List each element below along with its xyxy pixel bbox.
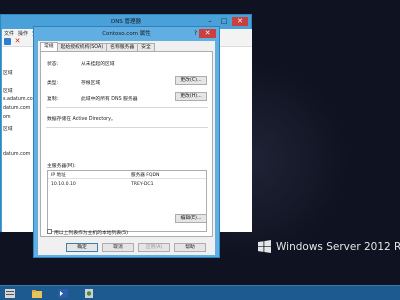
server-manager-icon[interactable] xyxy=(4,288,16,299)
delete-icon[interactable]: ✕ xyxy=(14,38,21,45)
ad-storage-note: 数据存储在 Active Directory。 xyxy=(47,117,116,122)
tab-general[interactable]: 常规 xyxy=(40,42,58,51)
help-icon[interactable]: ? xyxy=(194,30,197,37)
tree-item[interactable]: 区域 xyxy=(3,125,13,132)
help-button[interactable]: 帮助 xyxy=(174,243,206,252)
change-type-button[interactable]: 更改(C)... xyxy=(175,76,207,85)
powershell-icon[interactable] xyxy=(57,288,69,299)
row-server-fqdn[interactable]: TREY-DC1 xyxy=(131,182,154,187)
tab-name-servers[interactable]: 名称服务器 xyxy=(106,43,139,51)
windows-server-label: Windows Server 2012 R2 xyxy=(276,240,400,253)
list-header: IP 地址 服务器 FQDN xyxy=(48,171,206,179)
type-value: 存根区域 xyxy=(81,81,101,86)
local-list-checkbox-label[interactable]: 用以上列表作为主机的本地列表(S) xyxy=(54,229,128,236)
tab-strip: 常规 起始授权机构(SOA) 名称服务器 安全 xyxy=(40,42,155,51)
local-list-checkbox[interactable] xyxy=(47,229,52,234)
tab-soa[interactable]: 起始授权机构(SOA) xyxy=(56,43,108,51)
tree-item[interactable]: datum.com xyxy=(3,152,30,157)
close-icon[interactable]: ✕ xyxy=(199,29,216,38)
close-icon[interactable]: ✕ xyxy=(232,17,248,26)
back-icon[interactable] xyxy=(4,38,11,45)
edit-button[interactable]: 编辑(E)... xyxy=(175,214,207,223)
separator xyxy=(46,107,208,108)
windows-logo-icon xyxy=(258,240,271,253)
tree-item[interactable]: om xyxy=(3,115,11,120)
dialog-title: Contoso.com 属性 xyxy=(102,31,151,37)
status-label: 状态: xyxy=(47,62,59,67)
apply-button[interactable]: 应用(A) xyxy=(138,243,170,252)
general-tab-panel: 状态: 从未挂起的区域 类型: 存根区域 更改(C)... 复制: 此域中的所有… xyxy=(40,51,213,237)
replication-label: 复制: xyxy=(47,97,59,102)
maximize-icon[interactable]: □ xyxy=(218,17,230,26)
menu-file[interactable]: 文件 xyxy=(4,30,14,37)
tab-security[interactable]: 安全 xyxy=(137,43,155,51)
status-value: 从未挂起的区域 xyxy=(81,62,115,67)
column-ip-address[interactable]: IP 地址 xyxy=(51,172,66,178)
tree-item[interactable]: 区域 xyxy=(3,69,13,76)
replication-value: 此域中的所有 DNS 服务器 xyxy=(81,97,138,102)
master-servers-label: 主服务器(M): xyxy=(47,164,76,169)
windows-branding: Windows Server 2012 R2 xyxy=(258,240,400,253)
zone-properties-dialog[interactable]: Contoso.com 属性 ? ✕ 常规 起始授权机构(SOA) 名称服务器 … xyxy=(33,26,220,258)
row-ip-address[interactable]: 10.10.0.10 xyxy=(51,182,76,187)
change-replication-button[interactable]: 更改(H)... xyxy=(175,92,207,101)
dialog-body: 常规 起始授权机构(SOA) 名称服务器 安全 状态: 从未挂起的区域 类型: … xyxy=(38,41,215,255)
folder-icon[interactable] xyxy=(31,288,43,299)
tree-item[interactable]: datum.com xyxy=(3,106,30,111)
menu-action[interactable]: 操作 xyxy=(18,30,28,37)
type-label: 类型: xyxy=(47,81,59,86)
tree-item[interactable]: 区域 xyxy=(3,87,13,94)
taskbar xyxy=(0,285,400,300)
cancel-button[interactable]: 取消 xyxy=(102,243,134,252)
column-server-fqdn[interactable]: 服务器 FQDN xyxy=(131,172,159,178)
ok-button[interactable]: 确定 xyxy=(66,243,98,252)
minimize-icon[interactable]: – xyxy=(204,17,216,26)
separator xyxy=(46,127,208,128)
dns-icon[interactable] xyxy=(83,288,95,299)
